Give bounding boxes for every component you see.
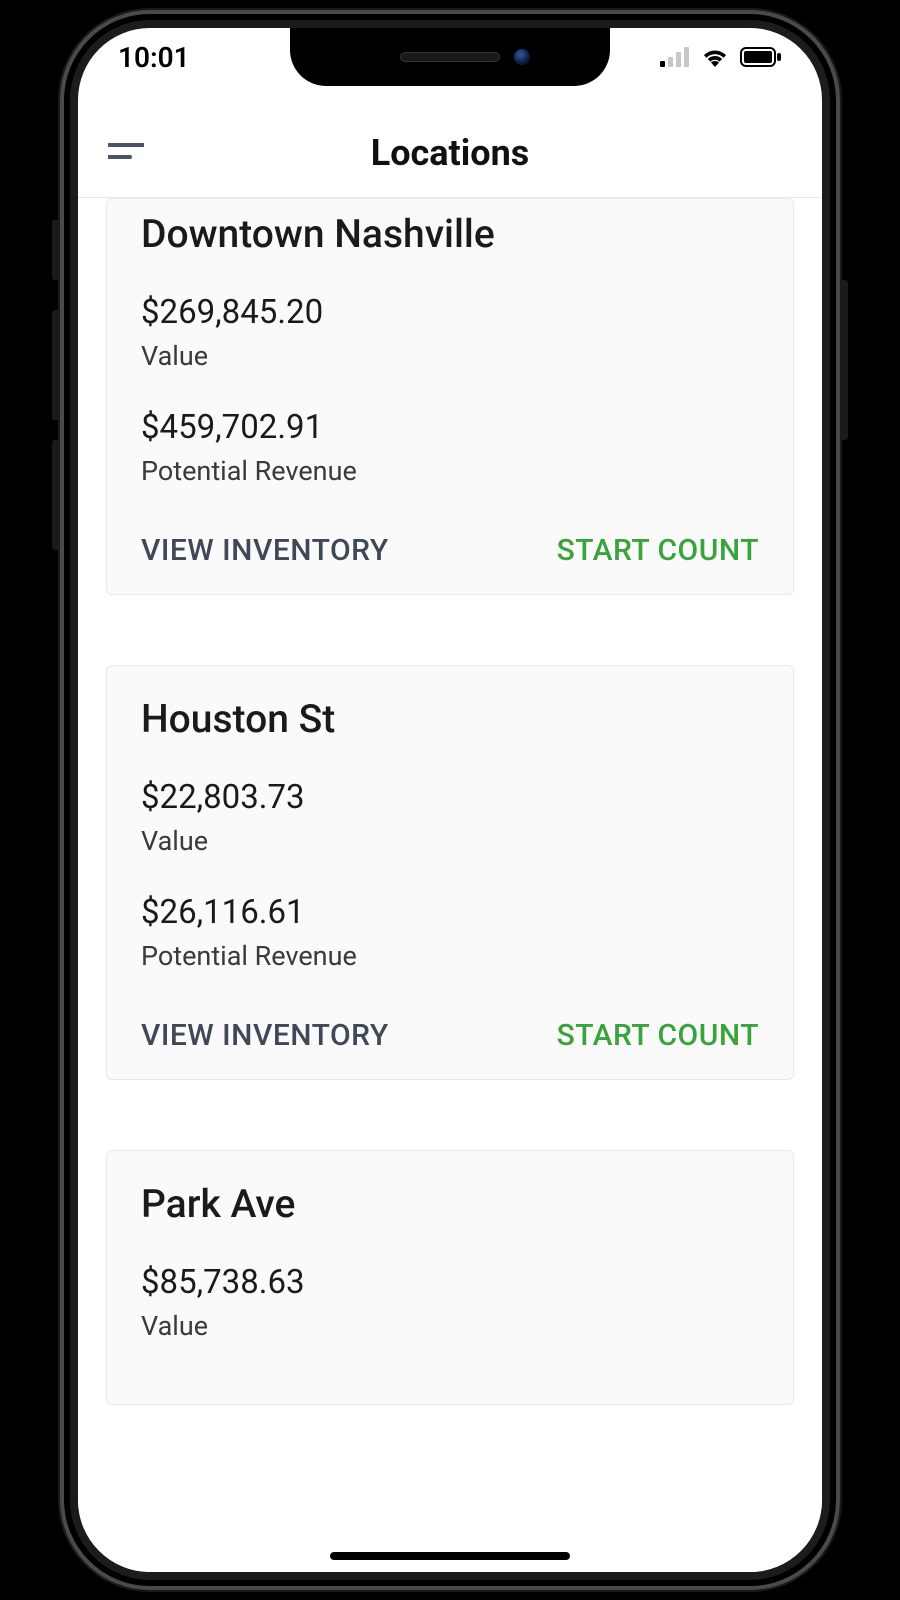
potential-revenue-label: Potential Revenue [141, 455, 759, 487]
notch [290, 28, 610, 86]
volume-up-button [52, 310, 60, 420]
card-actions: VIEW INVENTORY START COUNT [141, 1018, 759, 1053]
location-name: Park Ave [141, 1181, 759, 1227]
metric-revenue-block: $26,116.61 Potential Revenue [141, 893, 759, 972]
metric-revenue-block: $459,702.91 Potential Revenue [141, 408, 759, 487]
speaker-grille [400, 52, 500, 62]
view-inventory-button[interactable]: VIEW INVENTORY [141, 1018, 389, 1053]
metric-value-block: $269,845.20 Value [141, 293, 759, 372]
potential-revenue-amount: $26,116.61 [141, 893, 759, 932]
card-actions: VIEW INVENTORY START COUNT [141, 533, 759, 568]
battery-icon [740, 47, 782, 67]
location-name: Downtown Nashville [141, 211, 759, 257]
wifi-icon [700, 46, 730, 68]
view-inventory-button[interactable]: VIEW INVENTORY [141, 533, 389, 568]
mute-switch [52, 220, 60, 280]
home-indicator[interactable] [330, 1552, 570, 1560]
cellular-signal-icon [660, 47, 690, 67]
app-bar: Locations [78, 108, 822, 198]
page-title: Locations [108, 132, 792, 174]
value-amount: $269,845.20 [141, 293, 759, 332]
volume-down-button [52, 440, 60, 550]
value-label: Value [141, 1310, 759, 1342]
start-count-button[interactable]: START COUNT [557, 1018, 759, 1053]
location-name: Houston St [141, 696, 759, 742]
content-scroll[interactable]: Downtown Nashville $269,845.20 Value $45… [78, 198, 822, 1572]
value-amount: $22,803.73 [141, 778, 759, 817]
value-amount: $85,738.63 [141, 1263, 759, 1302]
phone-screen: 10:01 [78, 28, 822, 1572]
status-right [660, 46, 782, 68]
metric-value-block: $22,803.73 Value [141, 778, 759, 857]
location-card: Downtown Nashville $269,845.20 Value $45… [106, 198, 794, 595]
potential-revenue-label: Potential Revenue [141, 940, 759, 972]
value-label: Value [141, 340, 759, 372]
potential-revenue-amount: $459,702.91 [141, 408, 759, 447]
menu-icon[interactable] [108, 142, 144, 164]
value-label: Value [141, 825, 759, 857]
phone-frame: 10:01 [60, 10, 840, 1590]
status-time: 10:01 [118, 41, 190, 74]
location-card: Park Ave $85,738.63 Value [106, 1150, 794, 1405]
location-card: Houston St $22,803.73 Value $26,116.61 P… [106, 665, 794, 1080]
metric-value-block: $85,738.63 Value [141, 1263, 759, 1342]
power-button [840, 280, 848, 440]
start-count-button[interactable]: START COUNT [557, 533, 759, 568]
front-camera [514, 49, 530, 65]
